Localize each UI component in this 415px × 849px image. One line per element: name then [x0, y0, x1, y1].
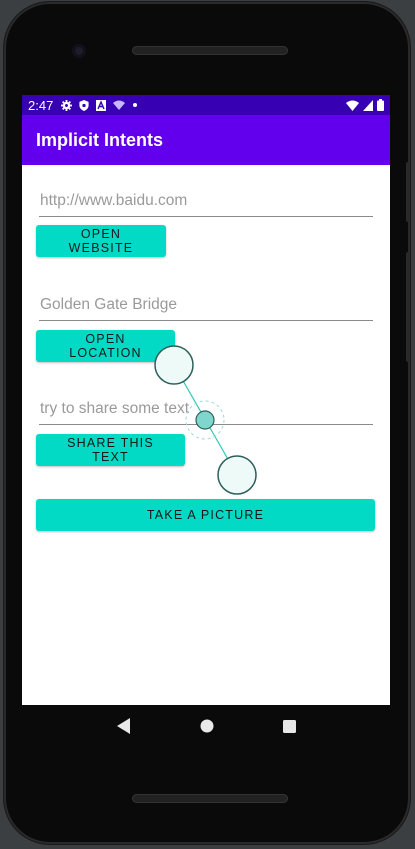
signal-icon — [363, 99, 373, 111]
website-url-input[interactable] — [39, 186, 373, 217]
front-camera — [72, 44, 86, 58]
gear-icon — [61, 99, 73, 111]
app-title: Implicit Intents — [36, 129, 164, 150]
recents-icon[interactable] — [282, 719, 296, 733]
power-button — [406, 252, 410, 362]
a-icon — [96, 99, 107, 111]
dot-icon — [133, 103, 138, 107]
wifi-icon — [346, 100, 359, 111]
status-bar: 2:47 — [22, 95, 390, 115]
home-icon[interactable] — [200, 719, 214, 733]
volume-button — [406, 162, 410, 222]
status-time: 2:47 — [28, 97, 54, 113]
navigation-bar — [22, 705, 390, 747]
wifi-calling-icon — [113, 100, 126, 110]
shield-icon — [79, 99, 89, 111]
battery-icon — [377, 99, 384, 111]
screen: 2:47 Implicit Intents OPEN WEBSITE OPEN … — [22, 95, 390, 705]
open-website-button[interactable]: OPEN WEBSITE — [36, 225, 166, 257]
bottom-speaker — [132, 794, 288, 803]
take-picture-button[interactable]: TAKE A PICTURE — [36, 499, 375, 531]
top-speaker — [132, 46, 288, 55]
app-bar: Implicit Intents — [22, 115, 390, 165]
share-text-button[interactable]: SHARE THIS TEXT — [36, 434, 185, 466]
device-frame: 2:47 Implicit Intents OPEN WEBSITE OPEN … — [4, 2, 410, 844]
back-icon[interactable] — [116, 718, 131, 734]
share-text-input[interactable] — [39, 394, 373, 425]
open-location-button[interactable]: OPEN LOCATION — [36, 330, 175, 362]
location-input[interactable] — [39, 290, 373, 321]
